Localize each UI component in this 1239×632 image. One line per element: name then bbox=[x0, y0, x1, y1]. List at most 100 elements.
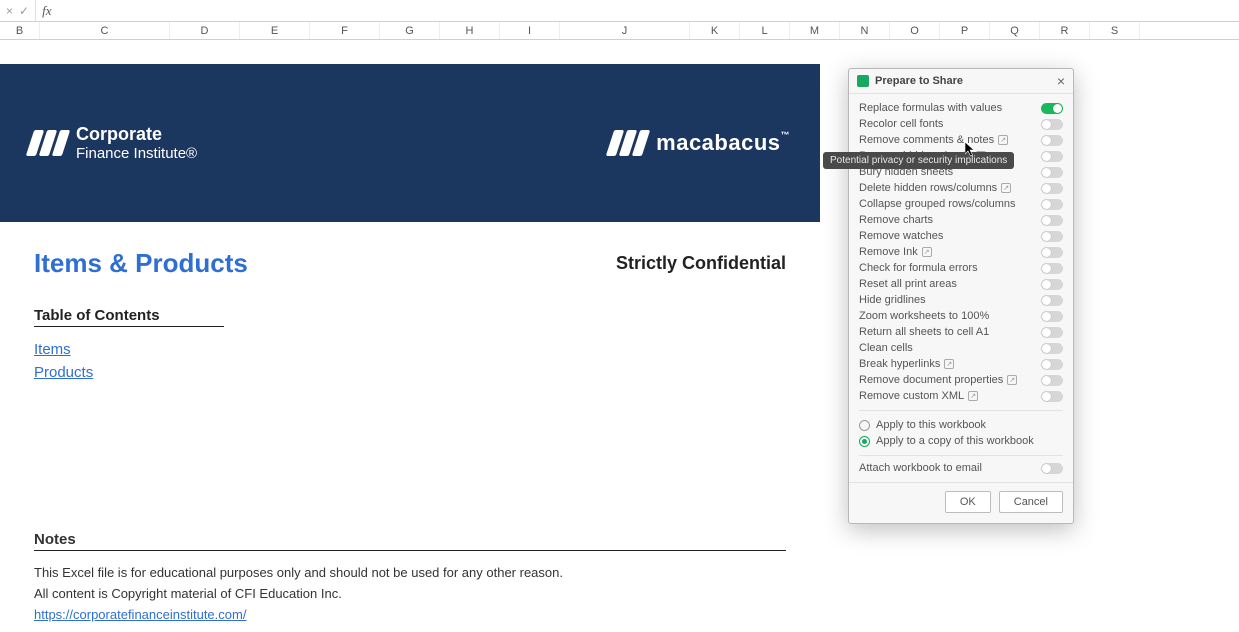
option-toggle[interactable] bbox=[1041, 391, 1063, 402]
option-label: Clean cells bbox=[859, 342, 913, 354]
radio-label: Apply to this workbook bbox=[876, 419, 986, 431]
option-row: Remove custom XML ↗ bbox=[859, 388, 1063, 404]
column-header-q[interactable]: Q bbox=[990, 22, 1040, 39]
column-header-f[interactable]: F bbox=[310, 22, 380, 39]
column-header-l[interactable]: L bbox=[740, 22, 790, 39]
option-toggle[interactable] bbox=[1041, 103, 1063, 114]
toc-links: Items Products bbox=[34, 341, 786, 381]
cancel-formula-icon[interactable]: × bbox=[6, 5, 13, 17]
brand-left-line2: Finance Institute® bbox=[76, 145, 197, 162]
option-toggle[interactable] bbox=[1041, 247, 1063, 258]
option-toggle[interactable] bbox=[1041, 263, 1063, 274]
column-header-d[interactable]: D bbox=[170, 22, 240, 39]
column-header-c[interactable]: C bbox=[40, 22, 170, 39]
info-icon[interactable]: ↗ bbox=[1001, 183, 1011, 193]
options-list: Replace formulas with valuesRecolor cell… bbox=[859, 100, 1063, 404]
column-header-o[interactable]: O bbox=[890, 22, 940, 39]
option-toggle[interactable] bbox=[1041, 119, 1063, 130]
option-label: Check for formula errors bbox=[859, 262, 978, 274]
notes-link[interactable]: https://corporatefinanceinstitute.com/ bbox=[34, 607, 246, 622]
formula-bar-controls: × ✓ bbox=[0, 0, 36, 21]
option-toggle[interactable] bbox=[1041, 311, 1063, 322]
option-label: Return all sheets to cell A1 bbox=[859, 326, 989, 338]
column-header-p[interactable]: P bbox=[940, 22, 990, 39]
ok-button[interactable]: OK bbox=[945, 491, 991, 513]
option-toggle[interactable] bbox=[1041, 359, 1063, 370]
toc-heading: Table of Contents bbox=[34, 307, 224, 327]
option-toggle[interactable] bbox=[1041, 343, 1063, 354]
info-icon[interactable]: ↗ bbox=[944, 359, 954, 369]
option-label: Remove charts bbox=[859, 214, 933, 226]
column-header-i[interactable]: I bbox=[500, 22, 560, 39]
attach-toggle[interactable] bbox=[1041, 463, 1063, 474]
option-label: Remove custom XML bbox=[859, 390, 964, 402]
radio-row[interactable]: Apply to a copy of this workbook bbox=[859, 433, 1063, 449]
tooltip: Potential privacy or security implicatio… bbox=[823, 152, 1014, 169]
option-row: Replace formulas with values bbox=[859, 100, 1063, 116]
option-row: Break hyperlinks↗ bbox=[859, 356, 1063, 372]
column-header-e[interactable]: E bbox=[240, 22, 310, 39]
option-toggle[interactable] bbox=[1041, 167, 1063, 178]
formula-input[interactable] bbox=[57, 0, 1239, 21]
option-toggle[interactable] bbox=[1041, 151, 1063, 162]
option-label: Hide gridlines bbox=[859, 294, 926, 306]
option-toggle[interactable] bbox=[1041, 135, 1063, 146]
option-toggle[interactable] bbox=[1041, 375, 1063, 386]
option-label: Reset all print areas bbox=[859, 278, 957, 290]
radio-section: Apply to this workbook Apply to a copy of… bbox=[859, 410, 1063, 449]
column-header-g[interactable]: G bbox=[380, 22, 440, 39]
dialog-title: Prepare to Share bbox=[875, 75, 963, 87]
option-label: Delete hidden rows/columns bbox=[859, 182, 997, 194]
option-toggle[interactable] bbox=[1041, 231, 1063, 242]
option-label: Zoom worksheets to 100% bbox=[859, 310, 989, 322]
option-row: Clean cells bbox=[859, 340, 1063, 356]
notes-heading: Notes bbox=[34, 531, 786, 551]
column-header-h[interactable]: H bbox=[440, 22, 500, 39]
document: Corporate Finance Institute® macabacus™ … bbox=[0, 64, 820, 632]
confidential-label: Strictly Confidential bbox=[616, 253, 786, 274]
brand-left-line1: Corporate bbox=[76, 124, 197, 145]
option-toggle[interactable] bbox=[1041, 295, 1063, 306]
toc-link-products[interactable]: Products bbox=[34, 364, 786, 381]
option-row: Remove Ink↗ bbox=[859, 244, 1063, 260]
option-toggle[interactable] bbox=[1041, 327, 1063, 338]
option-toggle[interactable] bbox=[1041, 215, 1063, 226]
radio-label: Apply to a copy of this workbook bbox=[876, 435, 1034, 447]
cancel-button[interactable]: Cancel bbox=[999, 491, 1063, 513]
toc-link-items[interactable]: Items bbox=[34, 341, 786, 358]
macabacus-logo-icon bbox=[610, 130, 646, 156]
radio-row[interactable]: Apply to this workbook bbox=[859, 417, 1063, 433]
info-icon[interactable]: ↗ bbox=[1007, 375, 1017, 385]
option-row: Remove document properties↗ bbox=[859, 372, 1063, 388]
option-toggle[interactable] bbox=[1041, 279, 1063, 290]
close-icon[interactable]: × bbox=[1057, 74, 1065, 88]
notes-p2: All content is Copyright material of CFI… bbox=[34, 586, 786, 601]
column-header-s[interactable]: S bbox=[1090, 22, 1140, 39]
document-body: Items & Products Strictly Confidential T… bbox=[0, 222, 820, 632]
radio-icon bbox=[859, 420, 870, 431]
info-icon[interactable]: ↗ bbox=[968, 391, 978, 401]
column-header-m[interactable]: M bbox=[790, 22, 840, 39]
fx-label[interactable]: fx bbox=[36, 3, 57, 19]
option-row: Recolor cell fonts bbox=[859, 116, 1063, 132]
dialog-titlebar: Prepare to Share × bbox=[849, 69, 1073, 94]
option-toggle[interactable] bbox=[1041, 183, 1063, 194]
column-header-b[interactable]: B bbox=[0, 22, 40, 39]
info-icon[interactable]: ↗ bbox=[922, 247, 932, 257]
option-row: Hide gridlines bbox=[859, 292, 1063, 308]
option-row: Check for formula errors bbox=[859, 260, 1063, 276]
page-title: Items & Products bbox=[34, 248, 248, 279]
column-header-r[interactable]: R bbox=[1040, 22, 1090, 39]
column-header-n[interactable]: N bbox=[840, 22, 890, 39]
column-header-k[interactable]: K bbox=[690, 22, 740, 39]
brand-left: Corporate Finance Institute® bbox=[30, 124, 197, 162]
option-toggle[interactable] bbox=[1041, 199, 1063, 210]
brand-right-text: macabacus bbox=[656, 130, 780, 155]
info-icon[interactable]: ↗ bbox=[998, 135, 1008, 145]
option-row: Delete hidden rows/columns ↗ bbox=[859, 180, 1063, 196]
column-header-j[interactable]: J bbox=[560, 22, 690, 39]
cfi-logo-icon bbox=[30, 130, 66, 156]
enter-formula-icon[interactable]: ✓ bbox=[19, 5, 29, 17]
attach-label: Attach workbook to email bbox=[859, 462, 982, 474]
column-headers: BCDEFGHIJKLMNOPQRS bbox=[0, 22, 1239, 40]
